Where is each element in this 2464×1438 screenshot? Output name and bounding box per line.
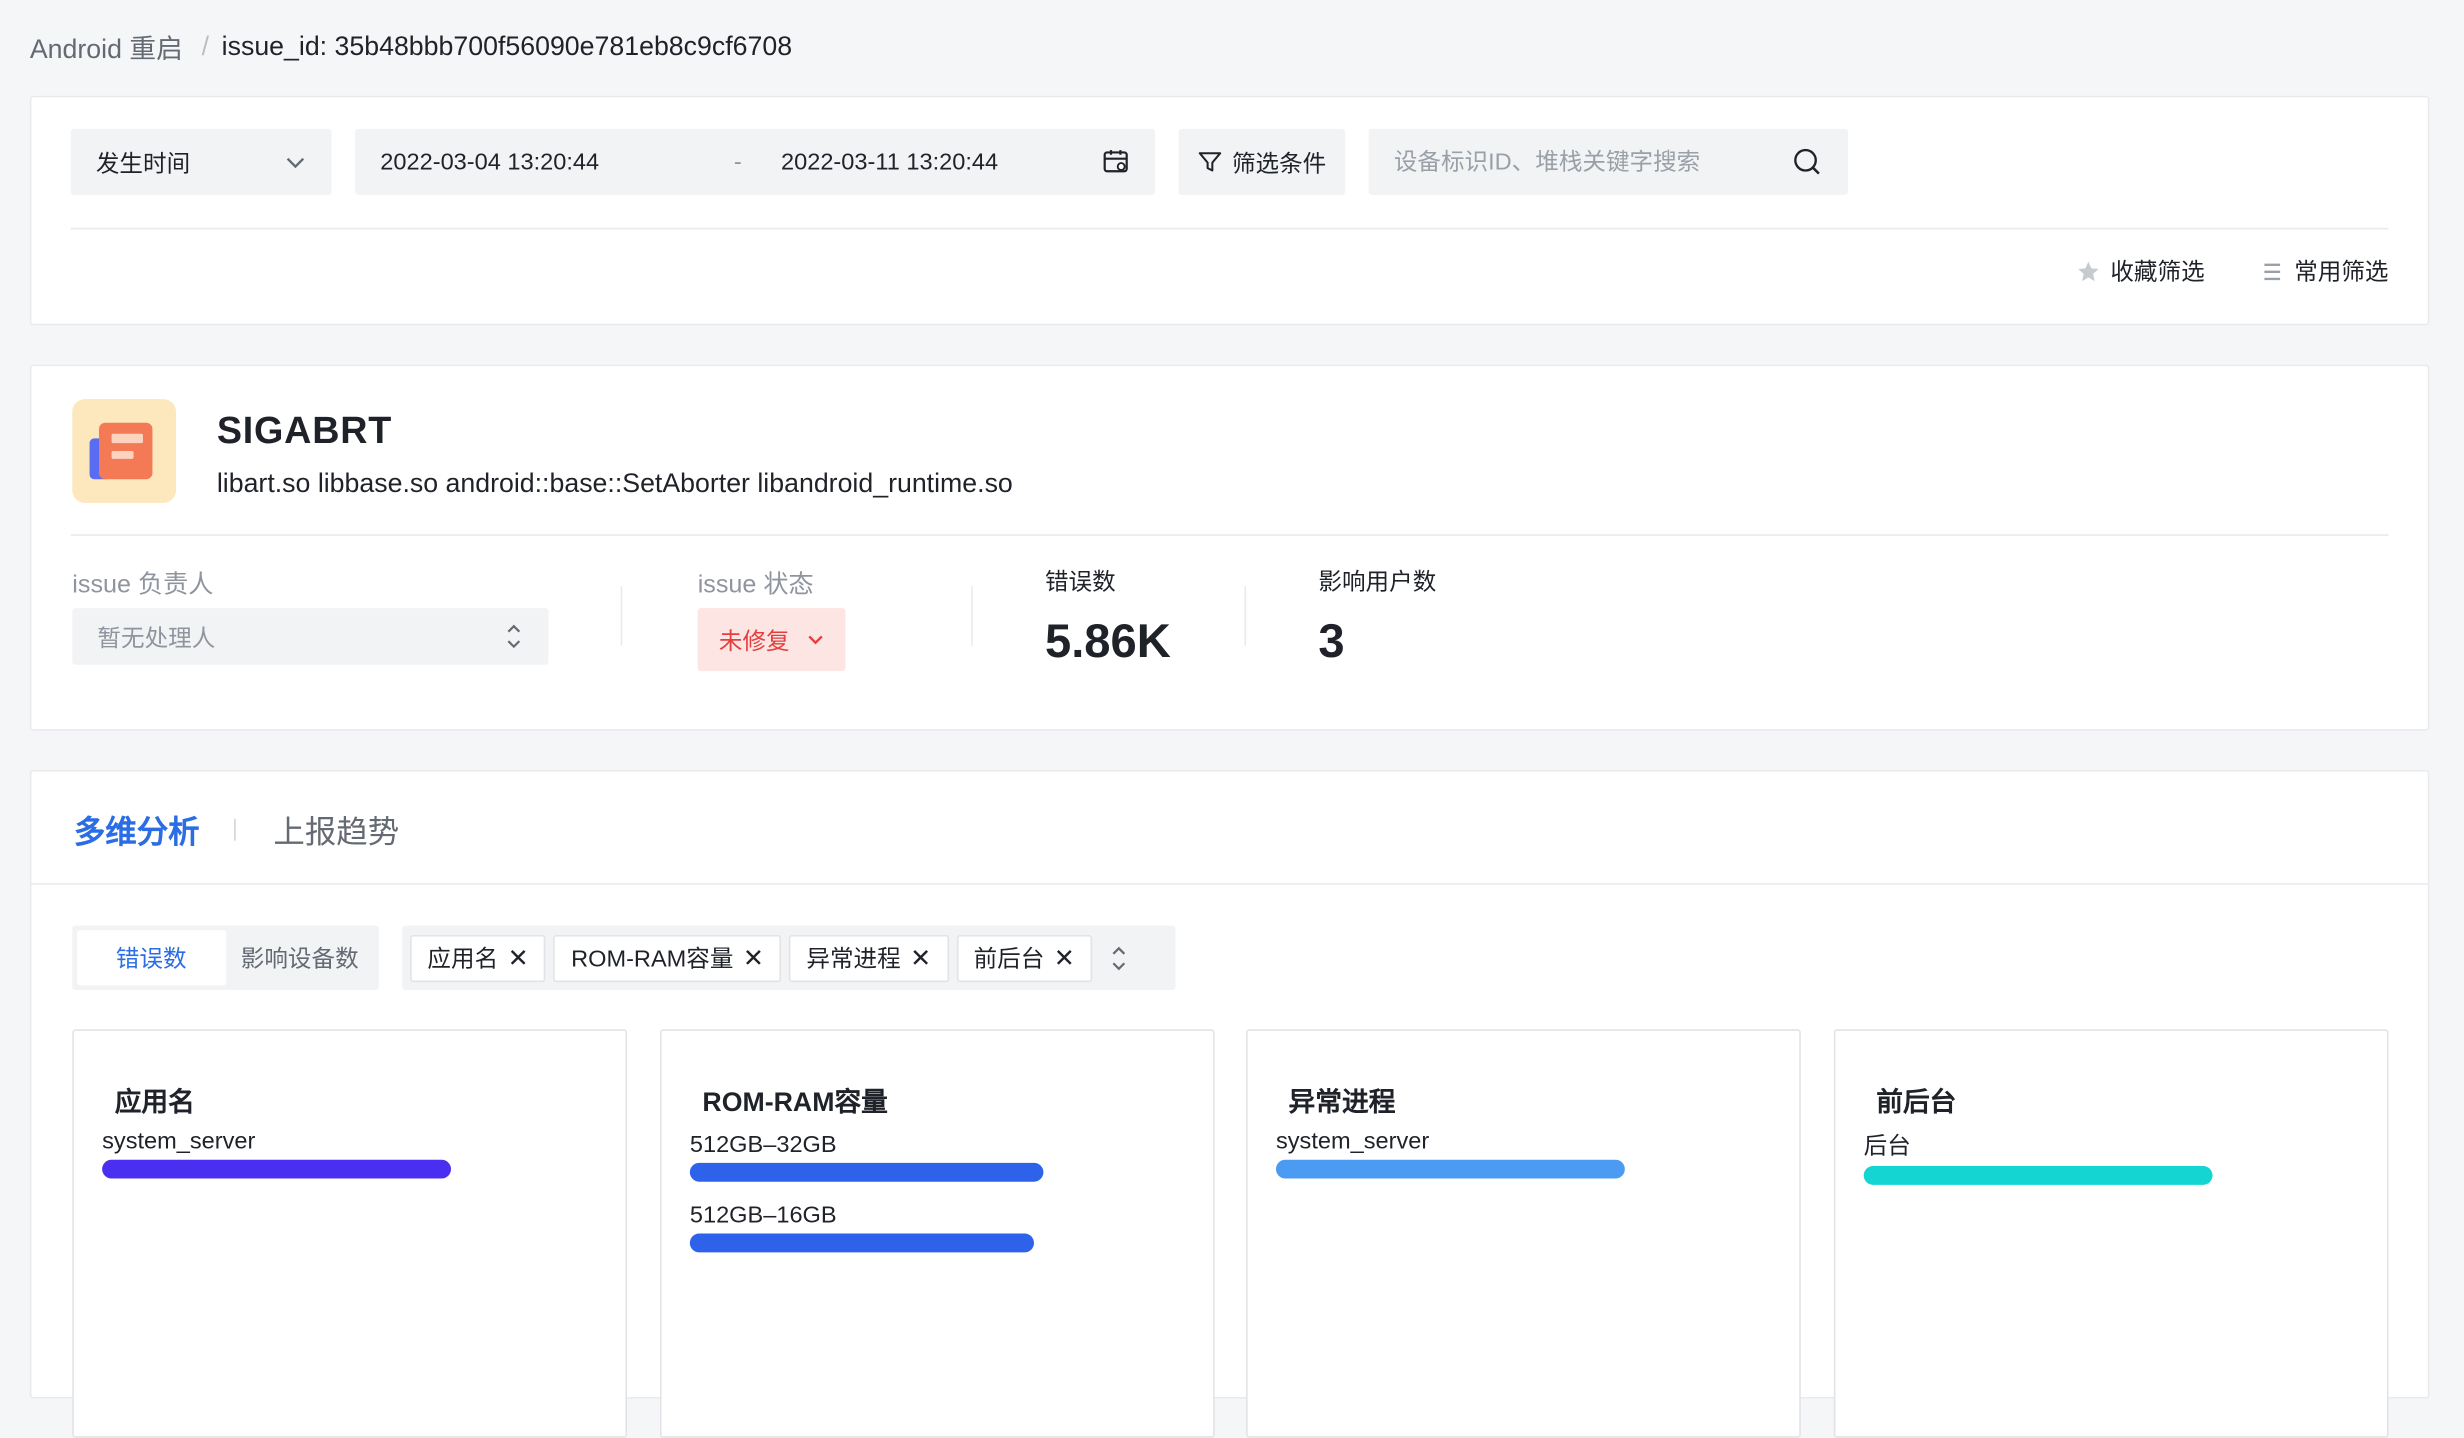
saved-filters-label: 收藏筛选 [2110,259,2205,286]
dimension-bar-track [689,1233,1185,1253]
metric-option-errors[interactable]: 错误数 [76,930,226,986]
search-box[interactable] [1368,128,1848,195]
date-start[interactable]: 2022-03-04 13:20:44 [380,148,710,175]
dimension-bar [1863,1165,2213,1185]
assignee-select[interactable]: 暂无处理人 [72,608,549,665]
dimension-card-app-name: 应用名 system_server [72,1029,627,1438]
assignee-label: issue 负责人 [72,571,214,599]
dimension-card-title: 异常进程 [1288,1087,1396,1118]
dimension-bar-track [102,1159,597,1179]
dimension-tag-label: ROM-RAM容量 [571,945,734,973]
metric-option-devices[interactable]: 影响设备数 [225,930,373,985]
issue-title: SIGABRT [216,410,393,453]
meta-separator [971,586,973,646]
dimension-tag-label: 应用名 [427,945,499,973]
saved-filters-button[interactable]: 收藏筛选 [2076,255,2205,288]
common-filters-label: 常用筛选 [2294,259,2389,286]
dimension-card-process: 异常进程 system_server [1246,1029,1801,1438]
tab-separator [234,818,236,841]
error-count-value: 5.86K [1044,615,1171,668]
dimension-card-title: ROM-RAM容量 [702,1087,888,1118]
page: Android 重启 / issue_id: 35b48bbb700f56090… [0,0,2464,1438]
breadcrumb-current: issue_id: 35b48bbb700f56090e781eb8c9cf67… [221,30,793,61]
expand-toggle[interactable] [1109,942,1128,973]
dimension-bar [102,1159,451,1179]
dimension-tag[interactable]: 应用名 ✕ [410,934,546,982]
time-type-select[interactable]: 发生时间 [70,128,332,195]
breadcrumb-separator: / [201,30,210,61]
dimension-bar-track [1275,1159,1771,1179]
dimension-tag-label: 异常进程 [806,945,901,973]
filter-conditions-button[interactable]: 筛选条件 [1178,128,1346,195]
search-icon[interactable] [1791,146,1822,177]
sort-arrows-icon [1112,945,1126,970]
dimension-tag[interactable]: ROM-RAM容量 ✕ [553,934,782,982]
dimension-row[interactable]: system_server [102,1128,597,1179]
crash-type-icon [72,399,176,503]
tab-report-trend[interactable]: 上报趋势 [273,806,399,852]
date-range-dash: - [733,148,742,176]
dimension-tag[interactable]: 异常进程 ✕ [789,934,949,982]
calendar-icon[interactable] [1102,148,1130,176]
dimension-tag-label: 前后台 [973,945,1045,973]
date-end[interactable]: 2022-03-11 13:20:44 [765,148,1101,175]
dimension-card-foreground: 前后台 后台 [1833,1029,2389,1438]
common-filters-button[interactable]: 常用筛选 [2260,255,2389,288]
dimension-tags: 应用名 ✕ ROM-RAM容量 ✕ 异常进程 ✕ 前后台 ✕ [402,925,1176,990]
affected-users-label: 影响用户数 [1318,568,1437,596]
dimension-bar [689,1162,1044,1182]
dimension-row[interactable]: system_server [1275,1128,1771,1179]
dimension-row[interactable]: 后台 [1863,1128,2359,1185]
close-icon[interactable]: ✕ [1054,942,1075,973]
filter-divider [70,227,2389,230]
close-icon[interactable]: ✕ [743,942,764,973]
dimension-row-label: system_server [102,1128,256,1155]
analysis-panel: 多维分析 上报趋势 错误数 影响设备数 应用名 ✕ ROM-RAM容量 ✕ 异常… [29,769,2430,1438]
issue-stack-summary: libart.so libbase.so android::base::SetA… [216,468,1013,499]
dimension-card-rom-ram: ROM-RAM容量 512GB–32GB 512GB–16GB [659,1029,1215,1438]
breadcrumb-root[interactable]: Android 重启 [30,27,183,66]
funnel-icon [1198,152,1222,172]
close-icon[interactable]: ✕ [910,942,931,973]
status-select[interactable]: 未修复 [697,608,846,671]
affected-users-value: 3 [1318,615,1345,668]
assignee-value: 暂无处理人 [97,624,216,652]
dimension-row[interactable]: 512GB–32GB [689,1131,1185,1182]
issue-divider [70,534,2389,536]
list-icon [2264,262,2281,280]
dimension-bar [1275,1159,1625,1179]
close-icon[interactable]: ✕ [508,942,529,973]
issue-summary: SIGABRT libart.so libbase.so android::ba… [29,364,2430,731]
chevron-down-icon [807,635,822,645]
star-icon [2078,260,2099,281]
filter-panel: 发生时间 2022-03-04 13:20:44 - 2022-03-11 13… [29,95,2430,326]
dimension-bar [689,1233,1034,1253]
time-type-value: 发生时间 [95,150,191,177]
search-input[interactable] [1393,148,1771,176]
dimension-row-label: 512GB–16GB [689,1202,837,1229]
error-count-label: 错误数 [1044,568,1116,596]
dimension-row[interactable]: 512GB–16GB [689,1202,1185,1253]
analysis-tabs: 多维分析 上报趋势 [31,772,2428,885]
filter-conditions-label: 筛选条件 [1231,150,1327,177]
dimension-row-label: system_server [1275,1128,1430,1155]
chevron-down-icon [286,157,305,169]
dimension-card-title: 应用名 [114,1087,195,1118]
dimension-bar-track [689,1162,1185,1182]
dimension-bar-track [1863,1165,2359,1185]
date-range-picker[interactable]: 2022-03-04 13:20:44 - 2022-03-11 13:20:4… [355,128,1155,195]
dimension-tag[interactable]: 前后台 ✕ [956,934,1093,982]
sort-arrows-icon [507,624,521,649]
status-value: 未修复 [718,627,790,655]
dimension-row-label: 后台 [1863,1132,1911,1160]
metric-toggle: 错误数 影响设备数 [72,925,379,990]
dimension-row-label: 512GB–32GB [689,1131,837,1159]
meta-separator [1244,586,1247,646]
dimension-card-title: 前后台 [1876,1087,1957,1118]
meta-separator [620,586,623,646]
status-label: issue 状态 [697,571,814,599]
tab-multi-dimension[interactable]: 多维分析 [74,806,200,852]
breadcrumb: Android 重启 / issue_id: 35b48bbb700f56090… [30,27,792,66]
